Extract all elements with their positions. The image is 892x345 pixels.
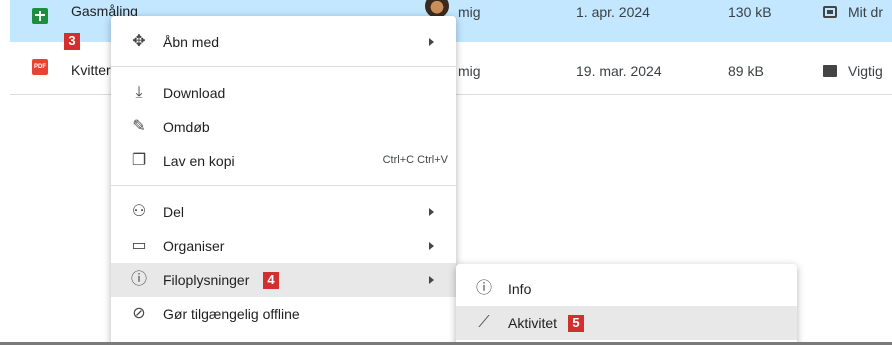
menu-item-label: Organiser xyxy=(163,238,225,254)
owner: mig xyxy=(458,4,481,20)
file-size: 89 kB xyxy=(728,63,764,79)
file-name[interactable]: Kvitter xyxy=(71,62,111,78)
menu-item-copy[interactable]: ❐ Lav en kopi Ctrl+C Ctrl+V xyxy=(111,144,456,178)
menu-item-offline[interactable]: ⊘ Gør tilgængelig offline xyxy=(111,297,456,331)
menu-divider xyxy=(111,66,456,67)
offline-check-icon: ⊘ xyxy=(132,305,146,322)
chevron-right-icon xyxy=(429,276,434,284)
folder-open-icon: ▭ xyxy=(131,237,147,254)
step-badge-3: 3 xyxy=(64,33,80,50)
menu-item-label: Åbn med xyxy=(163,34,220,50)
menu-item-label: Download xyxy=(163,85,226,101)
menu-item-share[interactable]: ⚇ Del xyxy=(111,195,456,229)
menu-divider xyxy=(111,185,456,186)
download-icon: ⤓ xyxy=(135,84,143,101)
add-person-icon: ⚇ xyxy=(131,203,147,220)
file-size: 130 kB xyxy=(728,4,772,20)
menu-item-rename[interactable]: ✎ Omdøb xyxy=(111,110,456,144)
step-badge-4: 4 xyxy=(263,272,279,289)
modified-date: 1. apr. 2024 xyxy=(576,4,650,20)
activity-icon: ⟋ xyxy=(478,314,490,331)
submenu-item-info[interactable]: ⓘ Info xyxy=(456,272,797,306)
owner: mig xyxy=(458,63,481,79)
location[interactable]: Mit dr xyxy=(848,4,883,20)
step-badge-5: 5 xyxy=(568,315,584,332)
menu-item-label: Omdøb xyxy=(163,119,210,135)
folder-icon xyxy=(823,65,837,77)
my-drive-icon xyxy=(823,6,837,18)
menu-item-label: Del xyxy=(163,204,185,220)
file-info-submenu: ⓘ Info ⟋ Aktivitet 5 xyxy=(456,264,797,345)
chevron-right-icon xyxy=(429,38,434,46)
sheets-file-icon xyxy=(32,8,48,24)
copy-icon: ❐ xyxy=(131,152,147,169)
location[interactable]: Vigtig xyxy=(848,63,883,79)
chevron-right-icon xyxy=(429,242,434,250)
info-icon: ⓘ xyxy=(130,271,147,288)
menu-item-open-with[interactable]: ✥ Åbn med xyxy=(111,25,456,59)
chevron-right-icon xyxy=(429,208,434,216)
menu-item-organize[interactable]: ▭ Organiser xyxy=(111,229,456,263)
submenu-item-activity[interactable]: ⟋ Aktivitet 5 xyxy=(456,306,797,340)
menu-item-file-info[interactable]: ⓘ Filoplysninger 4 xyxy=(111,263,456,297)
menu-item-label: Filoplysninger xyxy=(163,272,250,288)
move-arrows-icon: ✥ xyxy=(132,33,146,50)
context-menu: ✥ Åbn med ⤓ Download ✎ Omdøb ❐ Lav en ko… xyxy=(111,16,456,345)
pencil-icon: ✎ xyxy=(132,118,146,135)
menu-item-label: Aktivitet xyxy=(508,315,558,331)
shortcut-hint: Ctrl+C Ctrl+V xyxy=(382,154,448,166)
info-icon: ⓘ xyxy=(475,280,492,297)
menu-item-label: Gør tilgængelig offline xyxy=(163,306,300,322)
menu-item-label: Lav en kopi xyxy=(163,153,235,169)
pdf-file-icon: PDF xyxy=(32,59,48,75)
menu-item-label: Info xyxy=(508,281,532,297)
modified-date: 19. mar. 2024 xyxy=(576,63,662,79)
menu-item-download[interactable]: ⤓ Download xyxy=(111,76,456,110)
